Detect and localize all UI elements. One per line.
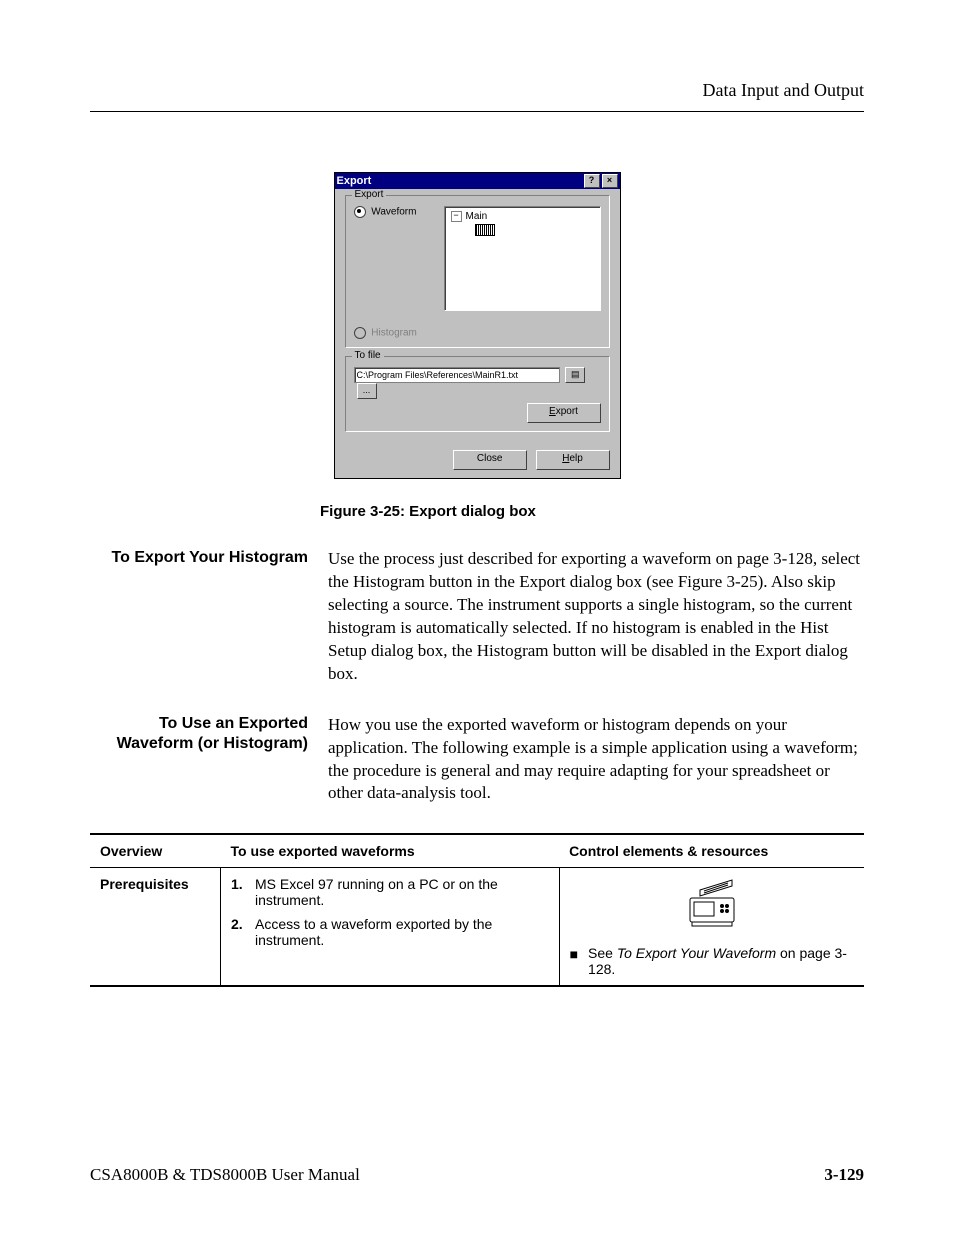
footer-manual-title: CSA8000B & TDS8000B User Manual	[90, 1165, 360, 1185]
running-head: Data Input and Output	[90, 80, 864, 101]
export-group-legend: Export	[352, 189, 387, 200]
close-button[interactable]: Close	[453, 450, 527, 470]
figure-caption: Figure 3-25: Export dialog box	[320, 503, 864, 520]
section-heading-histogram: To Export Your Histogram	[90, 548, 328, 686]
tree-collapse-icon[interactable]: −	[451, 211, 462, 222]
histogram-radio-label: Histogram	[371, 328, 417, 339]
section-body-use-exported: How you use the exported waveform or his…	[328, 714, 864, 806]
table-header-overview: Overview	[90, 834, 221, 868]
export-button[interactable]: Export	[527, 403, 601, 423]
section-body-histogram: Use the process just described for expor…	[328, 548, 864, 686]
prereq-item-2: Access to a waveform exported by the ins…	[255, 916, 549, 948]
filepath-input[interactable]: C:\Program Files\References\MainR1.txt	[354, 367, 560, 383]
list-item: 1. MS Excel 97 running on a PC or on the…	[231, 876, 549, 908]
export-dialog: Export ? × Export Waveform −	[334, 172, 621, 479]
resource-text: See To Export Your Waveform on page 3-12…	[588, 945, 854, 977]
table-row: Prerequisites 1. MS Excel 97 running on …	[90, 868, 864, 987]
tofile-group-legend: To file	[352, 350, 384, 361]
dialog-title: Export	[337, 175, 372, 187]
instrument-icon	[672, 876, 752, 931]
header-rule	[90, 111, 864, 112]
section-heading-use-exported: To Use an Exported Waveform (or Histogra…	[90, 714, 328, 806]
table-header-steps: To use exported waveforms	[221, 834, 560, 868]
close-icon[interactable]: ×	[602, 174, 618, 188]
source-tree[interactable]: − Main	[444, 206, 601, 311]
procedure-table: Overview To use exported waveforms Contr…	[90, 833, 864, 987]
table-header-resources: Control elements & resources	[559, 834, 864, 868]
histogram-radio[interactable]	[354, 327, 366, 339]
waveform-icon	[475, 224, 495, 236]
waveform-radio-label: Waveform	[371, 207, 416, 218]
help-icon[interactable]: ?	[584, 174, 600, 188]
waveform-radio[interactable]	[354, 206, 366, 218]
browse-button[interactable]: ...	[357, 383, 377, 399]
help-button[interactable]: Help	[536, 450, 610, 470]
footer-page-number: 3-129	[824, 1165, 864, 1185]
row-label-prerequisites: Prerequisites	[90, 868, 221, 987]
dialog-titlebar: Export ? ×	[335, 173, 620, 189]
export-groupbox: Export Waveform − Main	[345, 195, 610, 348]
list-item: 2. Access to a waveform exported by the …	[231, 916, 549, 948]
keyboard-icon[interactable]: ▤	[565, 367, 585, 383]
tree-root-label: Main	[466, 211, 488, 222]
bullet-icon: ■	[570, 945, 578, 963]
tofile-groupbox: To file C:\Program Files\References\Main…	[345, 356, 610, 432]
prereq-item-1: MS Excel 97 running on a PC or on the in…	[255, 876, 549, 908]
